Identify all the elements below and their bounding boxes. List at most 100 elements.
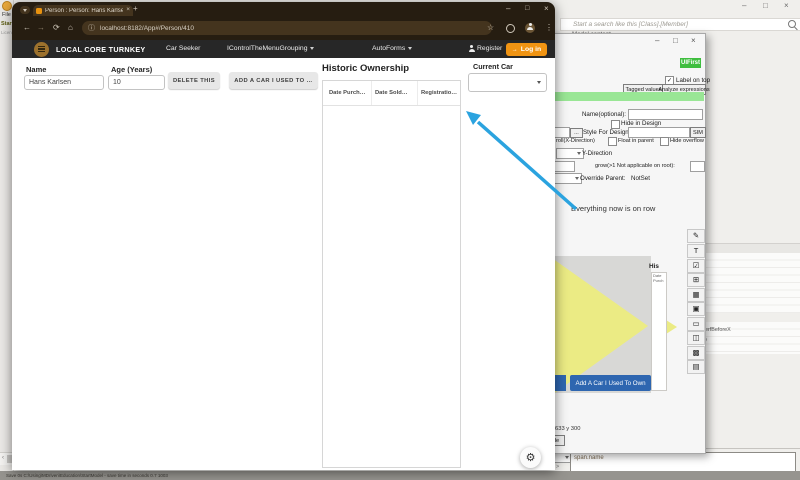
login-button[interactable]: → Log in bbox=[506, 43, 547, 56]
chevron-down-icon bbox=[537, 81, 541, 84]
tab-search-button[interactable] bbox=[20, 6, 30, 14]
avatar[interactable] bbox=[525, 23, 535, 33]
sim-button[interactable]: SIM bbox=[690, 127, 706, 138]
label-on-top-label: Label on top bbox=[676, 77, 710, 84]
coords-readout: 633 y 300 bbox=[555, 426, 580, 432]
dialog-name-input[interactable] bbox=[628, 109, 703, 120]
historic-ownership-heading: Historic Ownership bbox=[322, 63, 409, 74]
dialog-minimize-button[interactable]: – bbox=[655, 37, 659, 45]
browser-maximize-button[interactable]: □ bbox=[525, 5, 529, 12]
settings-fab-button[interactable]: ⚙ bbox=[520, 447, 541, 468]
preview-list-col-header: Date Purch bbox=[652, 273, 666, 285]
browser-toolbar: ← → ⟳ ⌂ ⓘ localhost:8182/App#/Person/410… bbox=[12, 16, 555, 40]
chevron-down-icon bbox=[565, 456, 569, 459]
app-minimize-button[interactable]: – bbox=[742, 2, 746, 10]
col-divider bbox=[417, 81, 418, 105]
historic-ownership-table[interactable]: Date Purch… Date Sold… Registratio… bbox=[322, 80, 461, 468]
browser-tab[interactable]: Person : Person: Hans Karlsen × bbox=[33, 5, 133, 16]
page-content: Name Age (Years) DELETE THIS ADD A CAR I… bbox=[12, 58, 555, 470]
x-direction-label: roll(X-Direction) bbox=[556, 138, 595, 144]
preview-list-title: His bbox=[649, 263, 659, 270]
nav-item-autoforms[interactable]: AutoForms bbox=[372, 45, 412, 52]
edit-icon[interactable]: ✎ bbox=[687, 229, 705, 243]
field-icon[interactable]: ▭ bbox=[687, 317, 705, 331]
chevron-down-icon bbox=[310, 47, 314, 50]
uifirst-designer-dialog: – □ × UIFirst ✓ Label on top Tagged valu… bbox=[538, 33, 706, 454]
check-icon: ✓ bbox=[667, 78, 672, 84]
save-icon[interactable]: ◫ bbox=[687, 331, 705, 345]
model-search-input[interactable] bbox=[560, 18, 800, 31]
back-icon[interactable]: ← bbox=[23, 24, 31, 32]
uifirst-badge: UIFirst bbox=[680, 58, 701, 68]
home-icon[interactable]: ⌂ bbox=[68, 24, 73, 32]
override-parent-label: Override Parent: bbox=[580, 175, 625, 182]
browser-close-button[interactable]: × bbox=[544, 5, 549, 13]
col-registration[interactable]: Registratio… bbox=[421, 90, 457, 96]
navbar-brand[interactable]: LOCAL CORE TURNKEY bbox=[56, 45, 146, 54]
hamburger-menu-button[interactable] bbox=[34, 42, 49, 57]
grow-label: grow(>1 Not applicable on root): bbox=[595, 163, 675, 169]
name-label: Name bbox=[26, 65, 46, 74]
nav-item-icontrolthemenugrouping[interactable]: IControlTheMenuGrouping bbox=[227, 45, 314, 52]
app-close-button[interactable]: × bbox=[784, 2, 789, 10]
selected-row-highlight[interactable] bbox=[540, 92, 704, 101]
gear-icon: ⚙ bbox=[526, 451, 536, 464]
dialog-maximize-button[interactable]: □ bbox=[673, 37, 678, 45]
float-in-parent-checkbox[interactable] bbox=[608, 137, 617, 146]
table-header-row: Date Purch… Date Sold… Registratio… bbox=[323, 81, 460, 106]
preview-add-car-button[interactable]: Add A Car I Used To Own bbox=[570, 375, 651, 391]
tab-title: Person : Person: Hans Karlsen bbox=[45, 8, 123, 14]
browser-menu-kebab-icon[interactable]: ⋮ bbox=[545, 24, 553, 32]
browser-minimize-button[interactable]: – bbox=[506, 5, 510, 13]
person-image-icon[interactable]: ▣ bbox=[687, 302, 705, 316]
site-info-icon[interactable]: ⓘ bbox=[88, 25, 95, 32]
calendar-icon[interactable]: ▦ bbox=[687, 288, 705, 302]
col-date-purchased[interactable]: Date Purch… bbox=[329, 90, 365, 96]
address-bar[interactable]: ⓘ localhost:8182/App#/Person/410 bbox=[82, 21, 492, 35]
y-direction-label: Y-Direction bbox=[582, 150, 612, 157]
y-direction-dropdown[interactable] bbox=[556, 148, 584, 159]
checkbox-icon[interactable]: ☑ bbox=[687, 259, 705, 273]
license-label: Licen bbox=[1, 30, 12, 35]
name-input[interactable] bbox=[24, 75, 104, 90]
app-maximize-button[interactable]: □ bbox=[763, 2, 768, 10]
scroll-left-icon[interactable]: ‹ bbox=[2, 455, 4, 461]
age-input[interactable] bbox=[108, 75, 165, 90]
tab-favicon bbox=[36, 8, 42, 14]
age-label: Age (Years) bbox=[111, 65, 152, 74]
table-add-icon[interactable]: ⊞ bbox=[687, 273, 705, 287]
hide-in-design-checkbox[interactable] bbox=[611, 120, 620, 129]
nav-item-car-seeker[interactable]: Car Seeker bbox=[166, 45, 200, 52]
new-tab-button[interactable]: + bbox=[133, 5, 138, 13]
reload-icon[interactable]: ⟳ bbox=[53, 24, 60, 32]
expression-chevron: > bbox=[556, 464, 559, 470]
grow-input[interactable] bbox=[690, 161, 705, 172]
style-for-design-input[interactable] bbox=[628, 127, 690, 138]
preview-list-column[interactable]: Date Purch bbox=[651, 272, 667, 391]
hide-overflow-checkbox[interactable] bbox=[660, 137, 669, 146]
browser-window: Person : Person: Hans Karlsen × + – □ × … bbox=[12, 2, 555, 470]
printer-icon[interactable]: ▤ bbox=[687, 360, 705, 374]
browser-titlebar: Person : Person: Hans Karlsen × + – □ × bbox=[12, 2, 555, 16]
col-date-sold[interactable]: Date Sold… bbox=[375, 90, 408, 96]
ellipsis-button[interactable]: ... bbox=[570, 128, 583, 138]
register-person-icon bbox=[468, 45, 475, 52]
expression-value: span.name bbox=[571, 453, 795, 463]
image-icon[interactable]: ▩ bbox=[687, 346, 705, 360]
forward-icon[interactable]: → bbox=[37, 24, 45, 32]
text-icon[interactable]: T bbox=[687, 244, 705, 258]
chevron-down-icon bbox=[575, 177, 579, 180]
app-logo-icon bbox=[2, 1, 12, 11]
register-button[interactable]: Register bbox=[468, 45, 502, 52]
add-car-button[interactable]: ADD A CAR I USED TO … bbox=[229, 72, 318, 89]
tab-close-icon[interactable]: × bbox=[126, 7, 130, 14]
file-menu[interactable]: File bbox=[2, 12, 11, 18]
extension-icon[interactable] bbox=[506, 24, 515, 33]
bookmark-star-icon[interactable]: ☆ bbox=[487, 24, 494, 32]
bg-list-rows bbox=[702, 253, 800, 313]
col-divider bbox=[371, 81, 372, 105]
dialog-close-button[interactable]: × bbox=[691, 37, 696, 45]
float-in-parent-label: Float in parent bbox=[618, 138, 654, 144]
delete-this-button[interactable]: DELETE THIS bbox=[168, 72, 220, 89]
current-car-select[interactable] bbox=[468, 73, 547, 92]
